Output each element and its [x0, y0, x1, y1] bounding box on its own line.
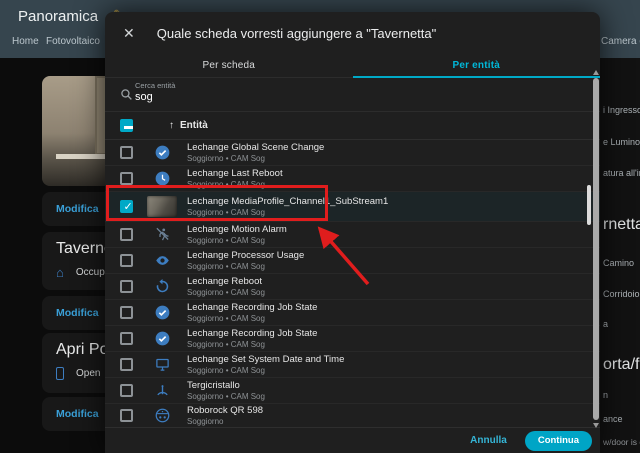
- row-checkbox[interactable]: [120, 228, 133, 241]
- modifica-button[interactable]: Modifica: [56, 307, 99, 319]
- restart-icon: [156, 279, 168, 293]
- entity-area: Soggiorno • CAM Sog: [187, 288, 265, 297]
- motion-off-icon: [155, 227, 169, 241]
- phone-icon: [56, 367, 64, 380]
- dialog-scrollbar[interactable]: [593, 78, 599, 420]
- row-checkbox[interactable]: [120, 332, 133, 345]
- clipped-background-text: ance: [603, 414, 623, 424]
- entity-row[interactable]: Lechange Set System Date and Time Soggior…: [105, 352, 600, 378]
- tab-camera-da-letto[interactable]: Camera da le: [601, 36, 640, 47]
- row-checkbox[interactable]: [120, 306, 133, 319]
- modifica-button[interactable]: Modifica: [56, 203, 99, 215]
- tab-fotovoltaico[interactable]: Fotovoltaico: [46, 36, 100, 47]
- list-scrollbar-thumb[interactable]: [587, 185, 591, 225]
- entity-area: Soggiorno • CAM Sog: [187, 340, 265, 349]
- clipped-background-text: atura all'ingre: [603, 168, 640, 178]
- clipped-background-text: Corridoio: [603, 289, 640, 299]
- clock-icon: [155, 171, 169, 186]
- close-icon[interactable]: ✕: [123, 25, 135, 42]
- monitor-icon: [155, 358, 169, 371]
- check-circle-icon: [155, 331, 169, 346]
- entity-area: Soggiorno • CAM Sog: [187, 236, 265, 245]
- page: Panoramica ✎ Home Fotovoltaico Camera da…: [0, 0, 640, 453]
- entity-search[interactable]: Cerca entità sog: [105, 78, 600, 112]
- row-checkbox[interactable]: [120, 280, 133, 293]
- table-header-row: ↑ Entità: [105, 112, 600, 140]
- tab-per-scheda[interactable]: Per scheda: [105, 54, 353, 77]
- clipped-background-text: Camino: [603, 258, 635, 268]
- entity-name: Lechange Recording Job State: [187, 302, 318, 313]
- clipped-background-text: rnetta: [603, 216, 640, 233]
- check-circle-icon: [155, 145, 169, 160]
- clipped-background-text: w/door is ope: [603, 437, 640, 447]
- entity-area: Soggiorno • CAM Sog: [187, 154, 265, 163]
- clipped-background-text: e Luminosità: [603, 137, 640, 147]
- check-circle-icon: [155, 305, 169, 320]
- entity-name: Lechange Motion Alarm: [187, 224, 287, 235]
- wiper-icon: [156, 385, 168, 396]
- entity-name: Lechange Processor Usage: [187, 250, 305, 261]
- entity-area: Soggiorno • CAM Sog: [187, 366, 265, 375]
- search-label: Cerca entità: [135, 81, 176, 90]
- dialog-header: ✕ Quale scheda vorresti aggiungere a "Ta…: [105, 12, 600, 54]
- robot-vacuum-icon: [155, 408, 169, 423]
- search-input[interactable]: sog: [135, 91, 153, 103]
- select-all-checkbox[interactable]: [120, 119, 133, 132]
- cancel-button[interactable]: Annulla: [470, 435, 507, 446]
- entity-area: Soggiorno • CAM Sog: [187, 314, 265, 323]
- clipped-background-text: n: [603, 390, 609, 400]
- right-background-strip: i Ingresso e Luminosità atura all'ingre rne…: [600, 58, 640, 453]
- apri-porta-status: Open: [76, 368, 101, 379]
- sort-ascending-icon: ↑: [169, 120, 174, 131]
- entity-row[interactable]: Lechange Recording Job State Soggiorno • …: [105, 326, 600, 352]
- entity-name: Lechange Recording Job State: [187, 328, 318, 339]
- sort-header-label: Entità: [180, 120, 208, 131]
- entity-name: Lechange Set System Date and Time: [187, 354, 345, 365]
- continue-button[interactable]: Continua: [524, 430, 592, 451]
- scrollbar-down-arrow-icon[interactable]: [593, 423, 599, 428]
- row-checkbox[interactable]: [120, 358, 133, 371]
- tab-home[interactable]: Home: [12, 36, 39, 47]
- entity-name: Lechange Global Scene Change: [187, 142, 325, 153]
- modifica-button[interactable]: Modifica: [56, 408, 99, 420]
- clipped-background-text: i Ingresso: [603, 105, 640, 115]
- entity-name: Lechange Reboot: [187, 276, 263, 287]
- page-title: Panoramica: [18, 8, 99, 25]
- eye-icon: [155, 256, 169, 265]
- entity-row[interactable]: Lechange Recording Job State Soggiorno • …: [105, 300, 600, 326]
- row-checkbox[interactable]: [120, 146, 133, 159]
- clipped-background-text: orta/fin: [603, 356, 640, 373]
- entity-name: Roborock QR 598: [187, 405, 264, 416]
- dialog-title: Quale scheda vorresti aggiungere a "Tave…: [156, 25, 437, 41]
- row-checkbox[interactable]: [120, 384, 133, 397]
- entity-area: Soggiorno • CAM Sog: [187, 392, 265, 401]
- row-checkbox[interactable]: [120, 172, 133, 185]
- tab-per-entita[interactable]: Per entità: [353, 54, 601, 77]
- search-icon: [121, 89, 132, 100]
- entity-row[interactable]: Lechange Global Scene Change Soggiorno • …: [105, 140, 600, 166]
- dialog-footer: Annulla Continua: [105, 427, 600, 453]
- sort-header[interactable]: ↑ Entità: [169, 120, 208, 131]
- entity-name: Tergicristallo: [187, 380, 240, 391]
- entity-area: Soggiorno: [187, 417, 224, 426]
- dialog-tabs: Per scheda Per entità: [105, 54, 600, 78]
- scrollbar-up-arrow-icon[interactable]: [593, 70, 599, 75]
- annotation-arrow: [317, 226, 370, 286]
- entity-row[interactable]: Tergicristallo Soggiorno • CAM Sog: [105, 378, 600, 404]
- clipped-background-text: a: [603, 319, 609, 329]
- annotation-highlight-rectangle: [106, 185, 328, 221]
- entity-name: Lechange Last Reboot: [187, 168, 283, 179]
- entity-row[interactable]: Roborock QR 598 Soggiorno: [105, 404, 600, 427]
- row-checkbox[interactable]: [120, 254, 133, 267]
- entity-area: Soggiorno • CAM Sog: [187, 262, 265, 271]
- home-icon: ⌂: [56, 265, 64, 280]
- row-checkbox[interactable]: [120, 409, 133, 422]
